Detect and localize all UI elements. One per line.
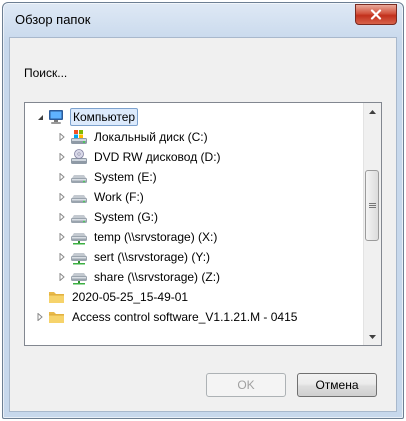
close-icon — [370, 9, 382, 20]
search-label: Поиск... — [24, 66, 68, 80]
tree-item-label: temp (\\srvstorage) (X:) — [94, 230, 218, 244]
tree-item-label: System (G:) — [94, 210, 159, 224]
browse-folders-dialog: Обзор папок Поиск... Компьютер Локальный … — [2, 2, 404, 419]
tree-item-label: System (E:) — [94, 170, 157, 184]
tree-item[interactable]: System (G:) — [25, 207, 363, 227]
cancel-button[interactable]: Отмена — [297, 373, 377, 397]
collapsed-arrow-icon[interactable] — [57, 172, 67, 182]
tree-item-label: Work (F:) — [94, 190, 144, 204]
expanded-arrow-icon[interactable] — [35, 112, 45, 122]
grip-icon — [368, 203, 376, 208]
collapsed-arrow-icon[interactable] — [57, 272, 67, 282]
tree-item-label: Access control software_V1.1.21.M - 0415 — [72, 310, 298, 324]
network-drive-icon — [70, 249, 88, 265]
tree-item[interactable]: Work (F:) — [25, 187, 363, 207]
tree-item[interactable]: temp (\\srvstorage) (X:) — [25, 227, 363, 247]
dialog-body: Поиск... Компьютер Локальный диск (C:) DVD… — [9, 37, 397, 412]
close-button[interactable] — [355, 4, 397, 25]
collapsed-arrow-icon[interactable] — [35, 312, 45, 322]
network-drive-icon — [70, 229, 88, 245]
folder-icon — [48, 309, 66, 325]
tree-item-label: Локальный диск (C:) — [94, 130, 208, 144]
tree-item[interactable]: Компьютер — [25, 107, 363, 127]
collapsed-arrow-icon[interactable] — [57, 152, 67, 162]
tree-item[interactable]: Access control software_V1.1.21.M - 0415 — [25, 307, 363, 327]
collapsed-arrow-icon[interactable] — [57, 252, 67, 262]
tree-item-label: sert (\\srvstorage) (Y:) — [94, 250, 211, 264]
tree-item-label: DVD RW дисковод (D:) — [94, 150, 221, 164]
collapsed-arrow-icon[interactable] — [57, 192, 67, 202]
tree-item[interactable]: System (E:) — [25, 167, 363, 187]
collapsed-arrow-icon[interactable] — [57, 132, 67, 142]
scroll-down-icon — [369, 334, 376, 339]
tree-item[interactable]: share (\\srvstorage) (Z:) — [25, 267, 363, 287]
tree-item[interactable]: sert (\\srvstorage) (Y:) — [25, 247, 363, 267]
scroll-up-icon — [369, 109, 376, 114]
network-drive-icon — [70, 269, 88, 285]
folder-tree[interactable]: Компьютер Локальный диск (C:) DVD RW диско… — [24, 102, 382, 346]
dvd-drive-icon — [70, 149, 88, 165]
tree-item[interactable]: Локальный диск (C:) — [25, 127, 363, 147]
scroll-down-button[interactable] — [364, 328, 381, 345]
vertical-scrollbar[interactable] — [363, 103, 381, 345]
tree-item-label: Компьютер — [70, 108, 139, 126]
window-title: Обзор папок — [15, 12, 91, 27]
tree-item-label: 2020-05-25_15-49-01 — [72, 290, 189, 304]
title-bar[interactable]: Обзор папок — [3, 3, 403, 37]
drive-icon — [70, 209, 88, 225]
scroll-thumb[interactable] — [365, 170, 379, 241]
drive-icon — [70, 189, 88, 205]
drive-icon — [70, 169, 88, 185]
collapsed-arrow-icon[interactable] — [57, 232, 67, 242]
folder-icon — [48, 289, 66, 305]
ok-button[interactable]: OK — [206, 373, 286, 397]
tree-item[interactable]: DVD RW дисковод (D:) — [25, 147, 363, 167]
collapsed-arrow-icon[interactable] — [57, 212, 67, 222]
computer-icon — [48, 109, 66, 125]
tree-item[interactable]: 2020-05-25_15-49-01 — [25, 287, 363, 307]
scroll-up-button[interactable] — [364, 103, 381, 120]
tree-item-label: share (\\srvstorage) (Z:) — [94, 270, 221, 284]
local-disk-icon — [70, 129, 88, 145]
